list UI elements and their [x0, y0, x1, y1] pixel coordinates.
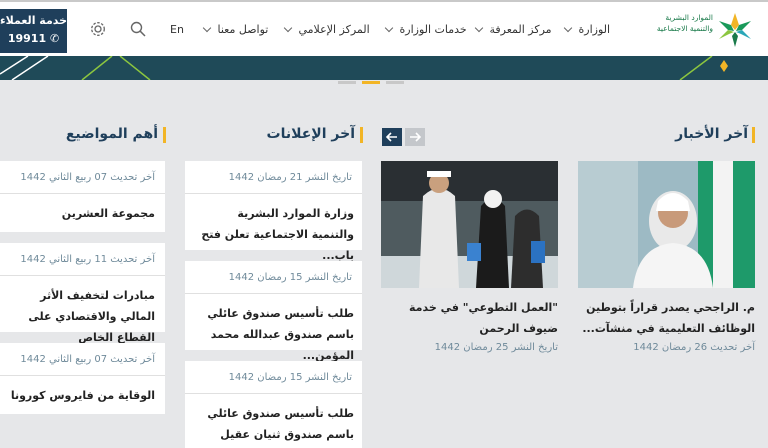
announcement-date: تاريخ النشر 15 رمضان 1442 — [228, 372, 352, 383]
customer-service-box[interactable]: خدمة العملاء 19911 ✆ — [0, 9, 67, 53]
logo-text: الموارد البشرية والتنمية الاجتماعية — [643, 12, 713, 34]
card-divider — [0, 375, 165, 376]
announcement-date: تاريخ النشر 15 رمضان 1442 — [228, 272, 352, 283]
announcement-title[interactable]: طلب تأسيس صندوق عائلي باسم صندوق عبدالله… — [193, 303, 354, 366]
nav-media-center[interactable]: المركز الإعلامي — [283, 23, 370, 36]
nav-label: الوزارة — [578, 23, 611, 36]
pager-dot[interactable] — [338, 81, 356, 84]
hero-banner[interactable] — [0, 56, 768, 80]
news-photo — [381, 161, 558, 288]
announcement-title[interactable]: وزارة الموارد البشرية والتنمية الاجتماعي… — [193, 203, 354, 266]
topic-date: آخر تحديث 07 ربيع الثاني 1442 — [20, 172, 155, 183]
announcement-title[interactable]: طلب تأسيس صندوق عائلي باسم صندوق ثنيان ع… — [193, 403, 354, 448]
news-title-2[interactable]: "العمل التطوعي" في خدمة ضيوف الرحمن — [381, 297, 558, 339]
site-header: خدمة العملاء 19911 ✆ En تواصل معنا المرك… — [0, 0, 768, 56]
gear-icon[interactable] — [89, 20, 107, 38]
search-icon[interactable] — [129, 20, 147, 38]
nav-label: خدمات الوزارة — [399, 23, 467, 36]
nav-label: المركز الإعلامي — [298, 23, 370, 36]
news-photo — [578, 161, 755, 288]
chevron-down-icon — [283, 23, 293, 33]
customer-service-phone: 19911 ✆ — [0, 32, 67, 45]
nav-knowledge-center[interactable]: مركز المعرفة — [474, 23, 552, 36]
banner-pager — [0, 80, 768, 88]
nav-label: مركز المعرفة — [489, 23, 552, 36]
topic-title[interactable]: مجموعة العشرين — [4, 203, 155, 224]
chevron-down-icon — [563, 23, 573, 33]
card-divider — [185, 193, 362, 194]
nav-ministry[interactable]: الوزارة — [563, 23, 611, 36]
news-title-1[interactable]: م. الراجحي يصدر قراراً بتوطين الوظائف ال… — [578, 297, 755, 339]
customer-service-number: 19911 — [7, 32, 47, 45]
nav-contact-us[interactable]: تواصل معنا — [202, 23, 269, 36]
ministry-logo-icon[interactable] — [715, 11, 755, 49]
announcements-section-title: آخر الإعلانات — [266, 126, 355, 142]
card-divider — [0, 193, 165, 194]
announcement-date: تاريخ النشر 21 رمضان 1442 — [228, 172, 352, 183]
banner-pattern — [0, 56, 728, 80]
topic-title[interactable]: مبادرات لتخفيف الأثر المالي والاقتصادي ع… — [4, 285, 155, 348]
carousel-next-button[interactable] — [382, 128, 402, 146]
pager-dot[interactable] — [386, 81, 404, 84]
news-image-2[interactable] — [381, 161, 558, 288]
card-divider — [185, 393, 362, 394]
section-accent-bar — [163, 127, 166, 143]
topics-section-title: أهم المواضيع — [65, 126, 158, 142]
chevron-down-icon — [384, 23, 394, 33]
nav-label: تواصل معنا — [217, 23, 269, 36]
news-date-1: آخر تحديث 26 رمضان 1442 — [633, 342, 755, 353]
chevron-down-icon — [474, 23, 484, 33]
customer-service-title: خدمة العملاء — [0, 14, 68, 27]
pager-dot-active[interactable] — [362, 81, 380, 84]
topic-date: آخر تحديث 07 ربيع الثاني 1442 — [20, 354, 155, 365]
topic-date: آخر تحديث 11 ربيع الثاني 1442 — [20, 254, 155, 265]
logo-line-1: الموارد البشرية — [665, 13, 713, 22]
section-accent-bar — [752, 127, 755, 143]
card-divider — [185, 293, 362, 294]
chevron-down-icon — [202, 23, 212, 33]
news-section-title: آخر الأخبار — [675, 126, 748, 142]
section-accent-bar — [360, 127, 363, 143]
logo-line-2: والتنمية الاجتماعية — [656, 24, 713, 33]
nav-ministry-services[interactable]: خدمات الوزارة — [384, 23, 467, 36]
carousel-prev-button[interactable] — [405, 128, 425, 146]
phone-icon: ✆ — [49, 32, 60, 45]
news-image-1[interactable] — [578, 161, 755, 288]
card-divider — [0, 275, 165, 276]
language-switch[interactable]: En — [170, 23, 184, 36]
topic-title[interactable]: الوقاية من فايروس كورونا — [4, 385, 155, 406]
news-date-2: تاريخ النشر 25 رمضان 1442 — [434, 342, 558, 353]
